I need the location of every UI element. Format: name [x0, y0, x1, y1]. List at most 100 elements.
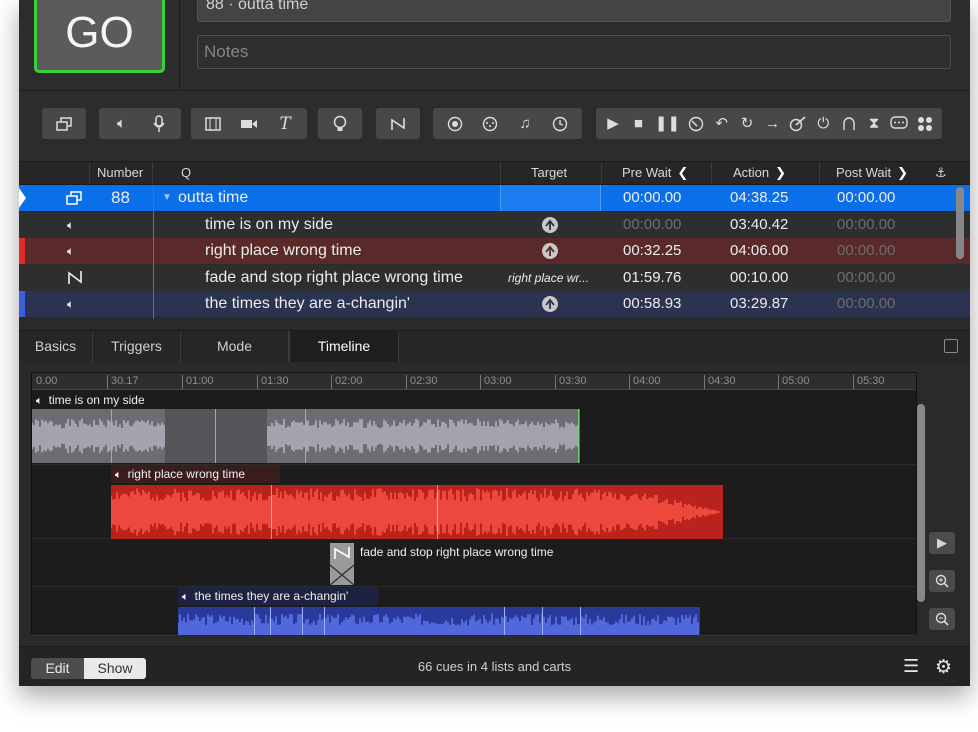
- slice-marker: [111, 409, 112, 463]
- devamp-cue-icon[interactable]: ↻: [738, 112, 756, 136]
- group-cue-icon[interactable]: [55, 112, 73, 136]
- waveform-clip[interactable]: [178, 607, 700, 635]
- waveform-clip[interactable]: [111, 485, 723, 539]
- tab-basics[interactable]: Basics: [19, 331, 93, 362]
- cue-number: 88: [111, 188, 130, 207]
- column-separator: [711, 162, 712, 184]
- column-header-action[interactable]: Action ❯: [733, 162, 786, 184]
- fade-cue-icon: [67, 265, 83, 291]
- column-separator: [500, 162, 501, 184]
- ruler-tick: 01:00: [182, 375, 214, 389]
- arm-cue-icon[interactable]: [840, 112, 858, 136]
- goto-cue-icon[interactable]: →: [763, 112, 781, 136]
- light-cue-icon[interactable]: [331, 112, 349, 136]
- ruler-tick: 03:00: [480, 375, 512, 389]
- ruler-tick: 04:30: [704, 375, 736, 389]
- column-header-q[interactable]: Q: [181, 162, 191, 184]
- cue-action: 04:06.00: [730, 242, 789, 259]
- disarm-cue-icon[interactable]: ⏻: [814, 112, 832, 136]
- post-wait-label: Post Wait: [836, 165, 892, 180]
- ruler-tick: 30.17: [107, 375, 139, 389]
- slice-marker: [578, 409, 579, 463]
- tab-triggers[interactable]: Triggers: [93, 331, 181, 362]
- cue-name: time is on my side: [205, 216, 334, 233]
- up-arrow-icon: [540, 291, 562, 317]
- ruler-tick: 04:00: [629, 375, 661, 389]
- gear-icon[interactable]: ⚙: [935, 656, 952, 679]
- slice-marker: [215, 409, 216, 463]
- cue-lists-icon[interactable]: ☰: [903, 656, 919, 677]
- cue-action: 03:29.87: [730, 295, 789, 312]
- stop-cue-icon[interactable]: ■: [629, 112, 647, 136]
- fade-clip[interactable]: [330, 543, 354, 585]
- toolbar-group-audio: 🔈︎: [99, 108, 181, 139]
- text-cue-icon[interactable]: T: [276, 112, 294, 136]
- table-row[interactable]: 🔈︎ right place wrong time 00:32.25 04:06…: [19, 238, 970, 264]
- popout-icon[interactable]: [944, 339, 958, 353]
- notes-field[interactable]: Notes: [197, 35, 951, 69]
- column-header-number[interactable]: Number: [97, 162, 143, 184]
- toolbar-group-fade: [376, 108, 420, 139]
- ruler-tick: 02:00: [331, 375, 363, 389]
- cue-pre-wait: 00:32.25: [623, 242, 682, 259]
- cue-pre-wait: 00:58.93: [623, 295, 682, 312]
- play-preview-button[interactable]: ▶: [929, 532, 955, 554]
- timeline-track: 🔈︎ time is on my side: [32, 391, 916, 465]
- slice-marker: [580, 607, 581, 635]
- cue-name: the times they are a-changin': [205, 295, 410, 312]
- chevron-right-icon: ❯: [775, 165, 787, 180]
- timeline-scrollbar[interactable]: [917, 404, 925, 602]
- mic-cue-icon[interactable]: [150, 112, 168, 136]
- cue-name-field[interactable]: 88 · outta time: [197, 0, 951, 22]
- wait-cue-icon[interactable]: ⧗: [865, 112, 883, 136]
- clip-region: [165, 409, 267, 463]
- zoom-in-button[interactable]: [929, 570, 955, 592]
- timecode-clock-icon[interactable]: [551, 112, 569, 136]
- cue-action: 04:38.25: [730, 189, 789, 206]
- table-row[interactable]: 🔈︎ time is on my side 00:00.00 03:40.42 …: [19, 212, 970, 238]
- status-bar: Edit Show 66 cues in 4 lists and carts ☰…: [19, 646, 970, 686]
- table-row[interactable]: 🔈︎ the times they are a-changin' 00:58.9…: [19, 291, 970, 317]
- audio-cue-icon[interactable]: 🔈︎: [113, 112, 131, 136]
- tab-mode[interactable]: Mode: [181, 331, 289, 362]
- column-header-target[interactable]: Target: [531, 162, 567, 184]
- audio-cue-icon: 🔈︎: [67, 244, 75, 258]
- ruler-tick: 0.00: [36, 375, 58, 387]
- group-indicator-line: [153, 185, 154, 319]
- reset-cue-icon[interactable]: ↶: [713, 112, 731, 136]
- column-header-pre-wait[interactable]: Pre Wait ❮: [622, 162, 688, 184]
- waveform-clip[interactable]: [32, 409, 580, 463]
- target-cue-icon[interactable]: [789, 112, 807, 136]
- load-cue-icon[interactable]: [687, 112, 705, 136]
- up-arrow-icon: [540, 238, 562, 264]
- network-cue-icon[interactable]: [446, 112, 464, 136]
- column-header-post-wait[interactable]: Post Wait ❯: [836, 162, 908, 184]
- timeline-track: 🔈︎ the times they are a-changin': [32, 587, 916, 635]
- track-name: time is on my side: [48, 393, 145, 407]
- table-row[interactable]: fade and stop right place wrong time rig…: [19, 265, 970, 291]
- tab-timeline[interactable]: Timeline: [289, 331, 399, 362]
- ruler-tick: 01:30: [257, 375, 289, 389]
- cue-list-scrollbar[interactable]: [956, 187, 964, 259]
- waveform-path: [178, 613, 699, 635]
- pause-cue-icon[interactable]: ❚❚: [655, 112, 680, 136]
- track-label: 🔈︎ time is on my side: [32, 391, 145, 409]
- slice-marker: [324, 607, 325, 635]
- anchor-icon[interactable]: ⚓︎: [935, 162, 947, 184]
- fade-cue-icon[interactable]: [389, 112, 407, 136]
- midi-cue-icon[interactable]: [481, 112, 499, 136]
- cue-post-wait: 00:00.00: [837, 189, 896, 206]
- cue-post-wait: 00:00.00: [837, 269, 896, 286]
- memo-cue-icon[interactable]: [890, 112, 909, 136]
- video-cue-icon[interactable]: [204, 112, 222, 136]
- camera-cue-icon[interactable]: [240, 112, 258, 136]
- zoom-out-button[interactable]: [929, 608, 955, 630]
- slice-marker: [302, 607, 303, 635]
- script-cue-icon[interactable]: [916, 112, 934, 136]
- go-button[interactable]: GO: [34, 0, 165, 73]
- table-row[interactable]: 88 ▼ outta time 00:00.00 04:38.25 00:00.…: [19, 185, 970, 211]
- music-note-icon[interactable]: ♫: [516, 112, 534, 136]
- slice-marker: [504, 607, 505, 635]
- start-cue-icon[interactable]: ▶: [604, 112, 622, 136]
- disclosure-triangle-icon[interactable]: ▼: [162, 185, 172, 211]
